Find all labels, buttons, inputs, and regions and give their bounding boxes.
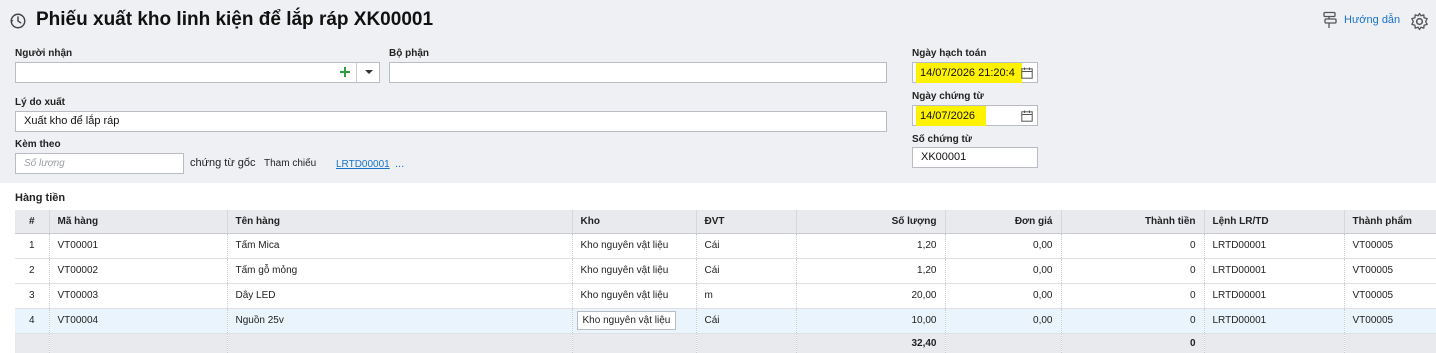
unit-cell[interactable]: Cái [696,233,797,259]
quantity-cell[interactable]: 1,20 [796,233,946,259]
warehouse-cell[interactable]: Kho nguyên vật liệu [572,258,697,284]
quantity-cell[interactable]: 20,00 [796,283,946,309]
product-cell[interactable]: VT00005 [1344,258,1436,284]
unit-cell[interactable]: Cái [696,258,797,284]
posting-date-label: Ngày hạch toán [912,48,987,59]
reason-label: Lý do xuất [15,97,66,108]
calendar-icon[interactable] [1021,110,1033,122]
reference-link[interactable]: LRTD00001 [336,159,390,170]
chevron-down-icon [365,70,373,74]
reason-input[interactable]: Xuất kho để lắp ráp [15,111,887,132]
total-quantity: 32,40 [796,333,946,353]
unit-price-cell[interactable]: 0,00 [945,258,1062,284]
unit-price-cell[interactable]: 0,00 [945,283,1062,309]
item-name-cell[interactable]: Dây LED [227,283,573,309]
column-header[interactable]: Thành tiền [1061,210,1205,234]
product-cell[interactable]: VT00005 [1344,283,1436,309]
unit-price-cell[interactable]: 0,00 [945,308,1062,334]
add-icon[interactable] [339,66,351,78]
unit-price-cell[interactable]: 0,00 [945,233,1062,259]
recipient-input[interactable] [15,62,357,83]
row-number: 3 [15,283,50,309]
doc-no-label: Số chứng từ [912,134,973,145]
gear-icon[interactable] [1410,12,1429,31]
warehouse-cell[interactable]: Kho nguyên vật liệu [572,233,697,259]
posting-date-value: 14/07/2026 21:20:4 [920,67,1015,79]
reference-label: Tham chiếu [264,158,317,169]
item-code-cell[interactable]: VT00002 [49,258,228,284]
recipient-label: Người nhận [15,48,73,59]
unit-cell[interactable]: Cái [696,308,797,334]
table-row[interactable]: 3 VT00003 Dây LED Kho nguyên vật liệu m … [15,283,1436,309]
column-header[interactable]: Số lượng [796,210,946,234]
product-cell[interactable]: VT00005 [1344,233,1436,259]
table-row[interactable]: 2 VT00002 Tấm gỗ mỏng Kho nguyên vật liệ… [15,258,1436,284]
section-title: Hàng tiền [15,192,66,204]
table-header-row: # Mã hàng Tên hàng Kho ĐVT Số lượng Đơn … [15,210,1436,234]
attached-quantity-input[interactable]: Số lượng [15,153,184,174]
reference-more-button[interactable]: ... [395,158,404,170]
doc-no-input[interactable]: XK00001 [912,147,1038,168]
doc-date-label: Ngày chứng từ [912,91,984,102]
signpost-icon [1323,11,1337,28]
item-code-cell[interactable]: VT00001 [49,233,228,259]
column-header[interactable]: Lệnh LR/TD [1204,210,1345,234]
page-title: Phiếu xuất kho linh kiện để lắp ráp XK00… [36,9,434,30]
department-label: Bộ phận [389,48,429,59]
quantity-cell[interactable]: 10,00 [796,308,946,334]
column-header[interactable]: ĐVT [696,210,797,234]
attached-label: Kèm theo [15,139,61,150]
guide-link[interactable]: Hướng dẫn [1322,11,1400,29]
attached-suffix: chứng từ gốc [190,157,256,169]
warehouse-cell[interactable]: Kho nguyên vật liệu [572,308,697,334]
item-name-cell[interactable]: Nguồn 25v [227,308,573,334]
recipient-dropdown-button[interactable] [356,62,380,83]
page-header: Phiếu xuất kho linh kiện để lắp ráp XK00… [0,0,1436,44]
column-header[interactable]: Kho [572,210,697,234]
row-number: 4 [15,308,50,334]
amount-cell[interactable]: 0 [1061,308,1205,334]
row-number: 1 [15,233,50,259]
amount-cell[interactable]: 0 [1061,258,1205,284]
quantity-cell[interactable]: 1,20 [796,258,946,284]
amount-cell[interactable]: 0 [1061,283,1205,309]
warehouse-cell[interactable]: Kho nguyên vật liệu [572,283,697,309]
order-cell[interactable]: LRTD00001 [1204,283,1345,309]
total-amount: 0 [1061,333,1205,353]
table-row-selected[interactable]: 4 VT00004 Nguồn 25v Kho nguyên vật liệu … [15,308,1436,334]
column-header[interactable]: Mã hàng [49,210,228,234]
amount-cell[interactable]: 0 [1061,233,1205,259]
item-name-cell[interactable]: Tấm Mica [227,233,573,259]
column-header[interactable]: Thành phẩm [1344,210,1436,234]
table-row[interactable]: 1 VT00001 Tấm Mica Kho nguyên vật liệu C… [15,233,1436,259]
column-header[interactable]: Đơn giá [945,210,1062,234]
history-icon[interactable] [9,12,27,30]
product-cell[interactable]: VT00005 [1344,308,1436,334]
item-code-cell[interactable]: VT00004 [49,308,228,334]
order-cell[interactable]: LRTD00001 [1204,308,1345,334]
totals-row: 32,40 0 [15,333,1436,353]
doc-date-value: 14/07/2026 [920,110,976,122]
detail-table: # Mã hàng Tên hàng Kho ĐVT Số lượng Đơn … [15,210,1436,353]
order-cell[interactable]: LRTD00001 [1204,233,1345,259]
department-input[interactable] [389,62,887,83]
guide-label: Hướng dẫn [1344,14,1401,26]
warehouse-edit-input[interactable]: Kho nguyên vật liệu [576,311,677,330]
unit-cell[interactable]: m [696,283,797,309]
column-header[interactable]: Tên hàng [227,210,573,234]
calendar-icon[interactable] [1021,67,1033,79]
row-number: 2 [15,258,50,284]
item-code-cell[interactable]: VT00003 [49,283,228,309]
item-name-cell[interactable]: Tấm gỗ mỏng [227,258,573,284]
order-cell[interactable]: LRTD00001 [1204,258,1345,284]
column-header[interactable]: # [15,210,50,234]
